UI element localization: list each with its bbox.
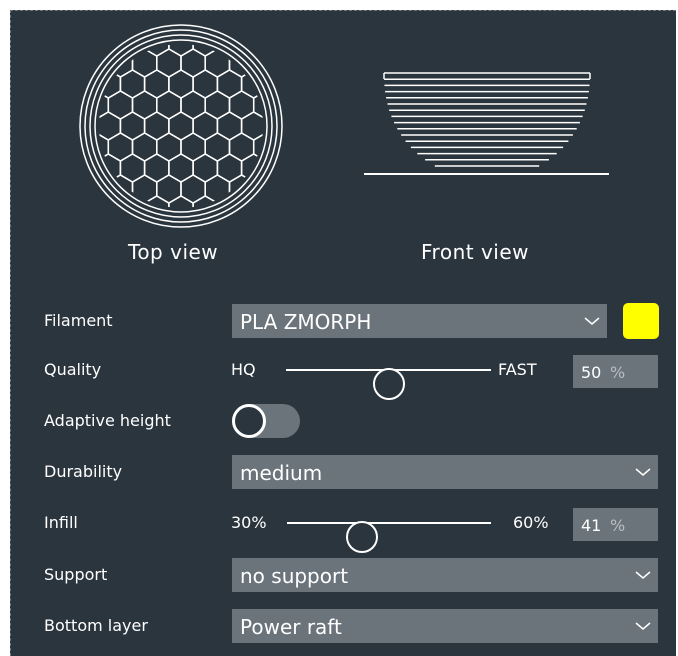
support-label: Support: [44, 565, 108, 584]
support-select[interactable]: no support: [232, 558, 658, 592]
durability-select[interactable]: medium: [232, 455, 658, 489]
infill-slider-handle[interactable]: [345, 521, 378, 553]
infill-percent-value: 41: [581, 516, 602, 535]
filament-label: Filament: [44, 311, 113, 330]
print-settings-panel: Top view Front view Filament PLA ZMORPH …: [10, 10, 676, 656]
quality-row: Quality HQ FAST 50 %: [11, 353, 677, 400]
quality-percent-value: 50: [581, 363, 602, 382]
filament-row: Filament PLA ZMORPH: [11, 303, 677, 339]
infill-percent-unit: %: [610, 516, 626, 535]
quality-max-label: FAST: [498, 360, 537, 379]
support-value: no support: [240, 564, 349, 588]
adaptive-height-label: Adaptive height: [44, 411, 171, 430]
durability-row: Durability medium: [11, 455, 677, 489]
infill-max-label: 60%: [513, 513, 549, 532]
durability-value: medium: [240, 461, 323, 485]
model-previews: Top view Front view: [11, 11, 677, 296]
chevron-down-icon: [635, 468, 651, 476]
quality-percent-unit: %: [610, 363, 626, 382]
front-view-label: Front view: [421, 240, 529, 264]
front-view-preview: [364, 72, 609, 175]
top-view-label: Top view: [128, 240, 219, 264]
infill-min-label: 30%: [231, 513, 267, 532]
bottom-layer-select[interactable]: Power raft: [232, 609, 658, 643]
infill-percent-input[interactable]: 41 %: [573, 508, 658, 541]
infill-row: Infill 30% 60% 41 %: [11, 506, 677, 553]
infill-label: Infill: [44, 513, 78, 532]
quality-percent-input[interactable]: 50 %: [573, 355, 658, 388]
adaptive-height-toggle-knob: [232, 404, 266, 438]
chevron-down-icon: [635, 622, 651, 630]
quality-min-label: HQ: [231, 360, 256, 379]
durability-label: Durability: [44, 462, 123, 481]
bottom-layer-value: Power raft: [240, 615, 342, 639]
filament-select[interactable]: PLA ZMORPH: [232, 304, 607, 338]
adaptive-height-toggle[interactable]: [232, 404, 300, 438]
quality-slider-handle[interactable]: [372, 368, 405, 400]
chevron-down-icon: [635, 571, 651, 579]
filament-value: PLA ZMORPH: [240, 310, 372, 334]
chevron-down-icon: [584, 317, 600, 325]
infill-slider-track[interactable]: [287, 521, 491, 553]
bottom-layer-row: Bottom layer Power raft: [11, 609, 677, 643]
filament-color-swatch[interactable]: [623, 303, 659, 339]
adaptive-height-row: Adaptive height: [11, 404, 677, 438]
bottom-layer-label: Bottom layer: [44, 616, 148, 635]
support-row: Support no support: [11, 558, 677, 592]
quality-slider-track[interactable]: [286, 368, 491, 400]
quality-label: Quality: [44, 360, 102, 379]
